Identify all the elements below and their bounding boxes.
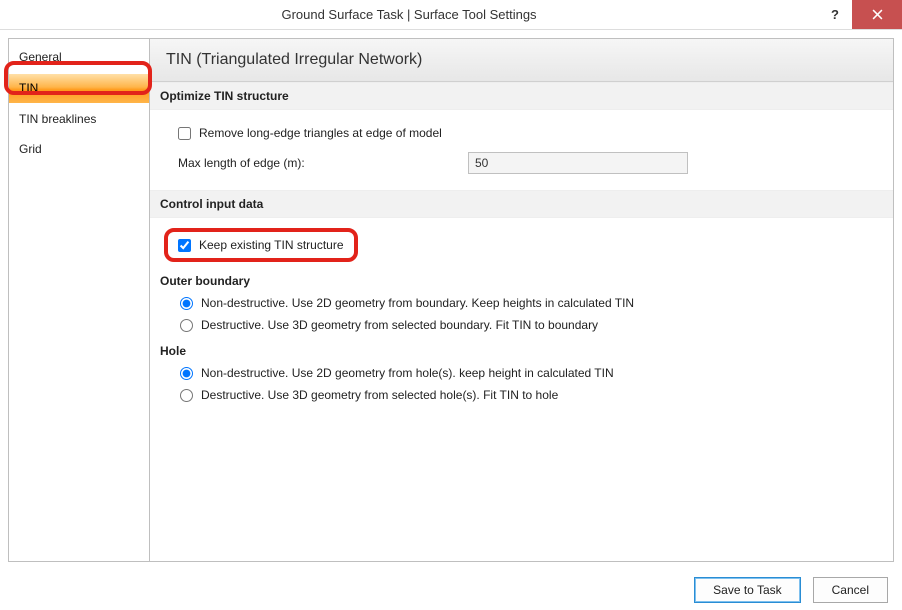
outer-nondestructive-radio[interactable]	[180, 297, 193, 310]
sidebar-item-tin-breaklines[interactable]: TIN breaklines	[9, 105, 149, 134]
section-optimize-title: Optimize TIN structure	[150, 82, 893, 110]
panel-heading: TIN (Triangulated Irregular Network)	[150, 39, 893, 82]
dialog-footer: Save to Task Cancel	[0, 570, 902, 610]
hole-nondestructive-label: Non-destructive. Use 2D geometry from ho…	[201, 366, 614, 380]
sidebar-item-general[interactable]: General	[9, 43, 149, 72]
outer-destructive-label: Destructive. Use 3D geometry from select…	[201, 318, 598, 332]
dialog-body: General TIN TIN breaklines Grid TIN (Tri…	[0, 30, 902, 570]
cancel-button[interactable]: Cancel	[813, 577, 888, 603]
outer-boundary-group: Non-destructive. Use 2D geometry from bo…	[180, 296, 893, 332]
outer-nondestructive-label: Non-destructive. Use 2D geometry from bo…	[201, 296, 634, 310]
sidebar-item-tin[interactable]: TIN	[9, 74, 149, 103]
max-length-label: Max length of edge (m):	[178, 156, 468, 170]
window-title: Ground Surface Task | Surface Tool Setti…	[0, 7, 818, 22]
remove-long-edge-label: Remove long-edge triangles at edge of mo…	[199, 126, 442, 140]
close-button[interactable]	[852, 0, 902, 29]
sidebar-item-grid[interactable]: Grid	[9, 135, 149, 164]
hole-destructive-label: Destructive. Use 3D geometry from select…	[201, 388, 558, 402]
save-to-task-button[interactable]: Save to Task	[694, 577, 800, 603]
hole-nondestructive-radio[interactable]	[180, 367, 193, 380]
hole-group: Non-destructive. Use 2D geometry from ho…	[180, 366, 893, 402]
annotation-highlight-keep-existing: Keep existing TIN structure	[164, 228, 358, 262]
hole-destructive-radio[interactable]	[180, 389, 193, 402]
hole-title: Hole	[160, 344, 893, 358]
section-control: Keep existing TIN structure	[150, 218, 893, 268]
titlebar: Ground Surface Task | Surface Tool Setti…	[0, 0, 902, 30]
help-button[interactable]: ?	[818, 0, 852, 29]
outer-destructive-radio[interactable]	[180, 319, 193, 332]
close-icon	[872, 9, 883, 20]
titlebar-controls: ?	[818, 0, 902, 29]
remove-long-edge-checkbox[interactable]	[178, 127, 191, 140]
keep-existing-label: Keep existing TIN structure	[199, 238, 344, 252]
section-optimize: Remove long-edge triangles at edge of mo…	[150, 110, 893, 190]
content-panel: TIN (Triangulated Irregular Network) Opt…	[150, 38, 894, 562]
section-control-title: Control input data	[150, 190, 893, 218]
outer-boundary-title: Outer boundary	[160, 274, 893, 288]
sidebar: General TIN TIN breaklines Grid	[8, 38, 150, 562]
keep-existing-checkbox[interactable]	[178, 239, 191, 252]
max-length-input	[468, 152, 688, 174]
